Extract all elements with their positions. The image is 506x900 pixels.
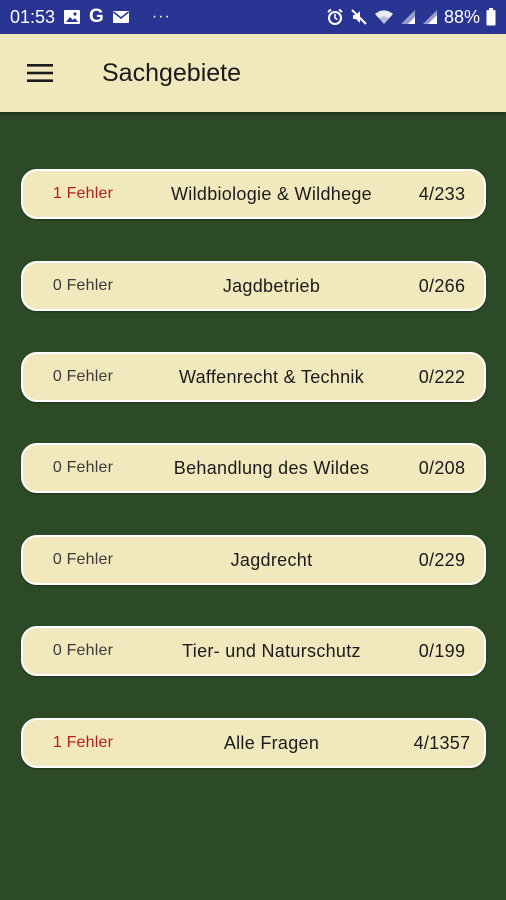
error-count: 0 Fehler — [52, 459, 114, 476]
status-bar: 01:53 G ··· 88% — [0, 0, 506, 34]
status-overflow: ··· — [151, 8, 171, 25]
error-count: 0 Fehler — [52, 642, 114, 659]
progress-count: 0/222 — [418, 366, 466, 387]
category-item-waffenrecht[interactable]: 0 Fehler Waffenrecht & Technik 0/222 — [21, 352, 486, 402]
progress-count: 0/229 — [418, 549, 466, 570]
progress-count: 4/1357 — [413, 732, 471, 753]
page-title: Sachgebiete — [102, 58, 242, 87]
category-item-wildbiologie[interactable]: 1 Fehler Wildbiologie & Wildhege 4/233 — [21, 169, 486, 219]
category-name: Behandlung des Wildes — [173, 458, 370, 478]
progress-count: 4/233 — [418, 183, 466, 204]
category-name: Waffenrecht & Technik — [178, 367, 365, 387]
app-bar: Sachgebiete — [0, 34, 506, 112]
battery-icon — [486, 8, 496, 26]
mail-icon — [112, 10, 130, 24]
category-item-behandlung[interactable]: 0 Fehler Behandlung des Wildes 0/208 — [21, 443, 486, 493]
google-g-icon: G — [89, 6, 104, 27]
battery-percent: 88% — [443, 6, 480, 27]
hamburger-menu-icon[interactable] — [0, 34, 80, 112]
image-icon — [63, 9, 81, 25]
error-count: 0 Fehler — [52, 551, 114, 568]
category-name: Wildbiologie & Wildhege — [171, 184, 372, 204]
wifi-icon — [374, 9, 394, 25]
category-name: Tier- und Naturschutz — [182, 641, 361, 661]
category-item-naturschutz[interactable]: 0 Fehler Tier- und Naturschutz 0/199 — [21, 626, 486, 676]
error-count: 0 Fehler — [52, 277, 114, 294]
progress-count: 0/199 — [418, 640, 466, 661]
signal-icon — [400, 9, 416, 25]
status-time: 01:53 — [10, 6, 56, 27]
progress-count: 0/208 — [418, 457, 466, 478]
category-name: Alle Fragen — [223, 733, 320, 753]
category-name: Jagdbetrieb — [222, 276, 321, 296]
category-name: Jagdrecht — [230, 550, 313, 570]
error-count: 1 Fehler — [52, 734, 114, 751]
progress-count: 0/266 — [418, 275, 466, 296]
mute-icon — [350, 8, 368, 26]
error-count: 0 Fehler — [52, 368, 114, 385]
alarm-icon — [326, 8, 344, 26]
signal-icon — [422, 9, 438, 25]
category-item-alle-fragen[interactable]: 1 Fehler Alle Fragen 4/1357 — [21, 718, 486, 768]
category-item-jagdrecht[interactable]: 0 Fehler Jagdrecht 0/229 — [21, 535, 486, 585]
error-count: 1 Fehler — [52, 185, 114, 202]
category-item-jagdbetrieb[interactable]: 0 Fehler Jagdbetrieb 0/266 — [21, 261, 486, 311]
